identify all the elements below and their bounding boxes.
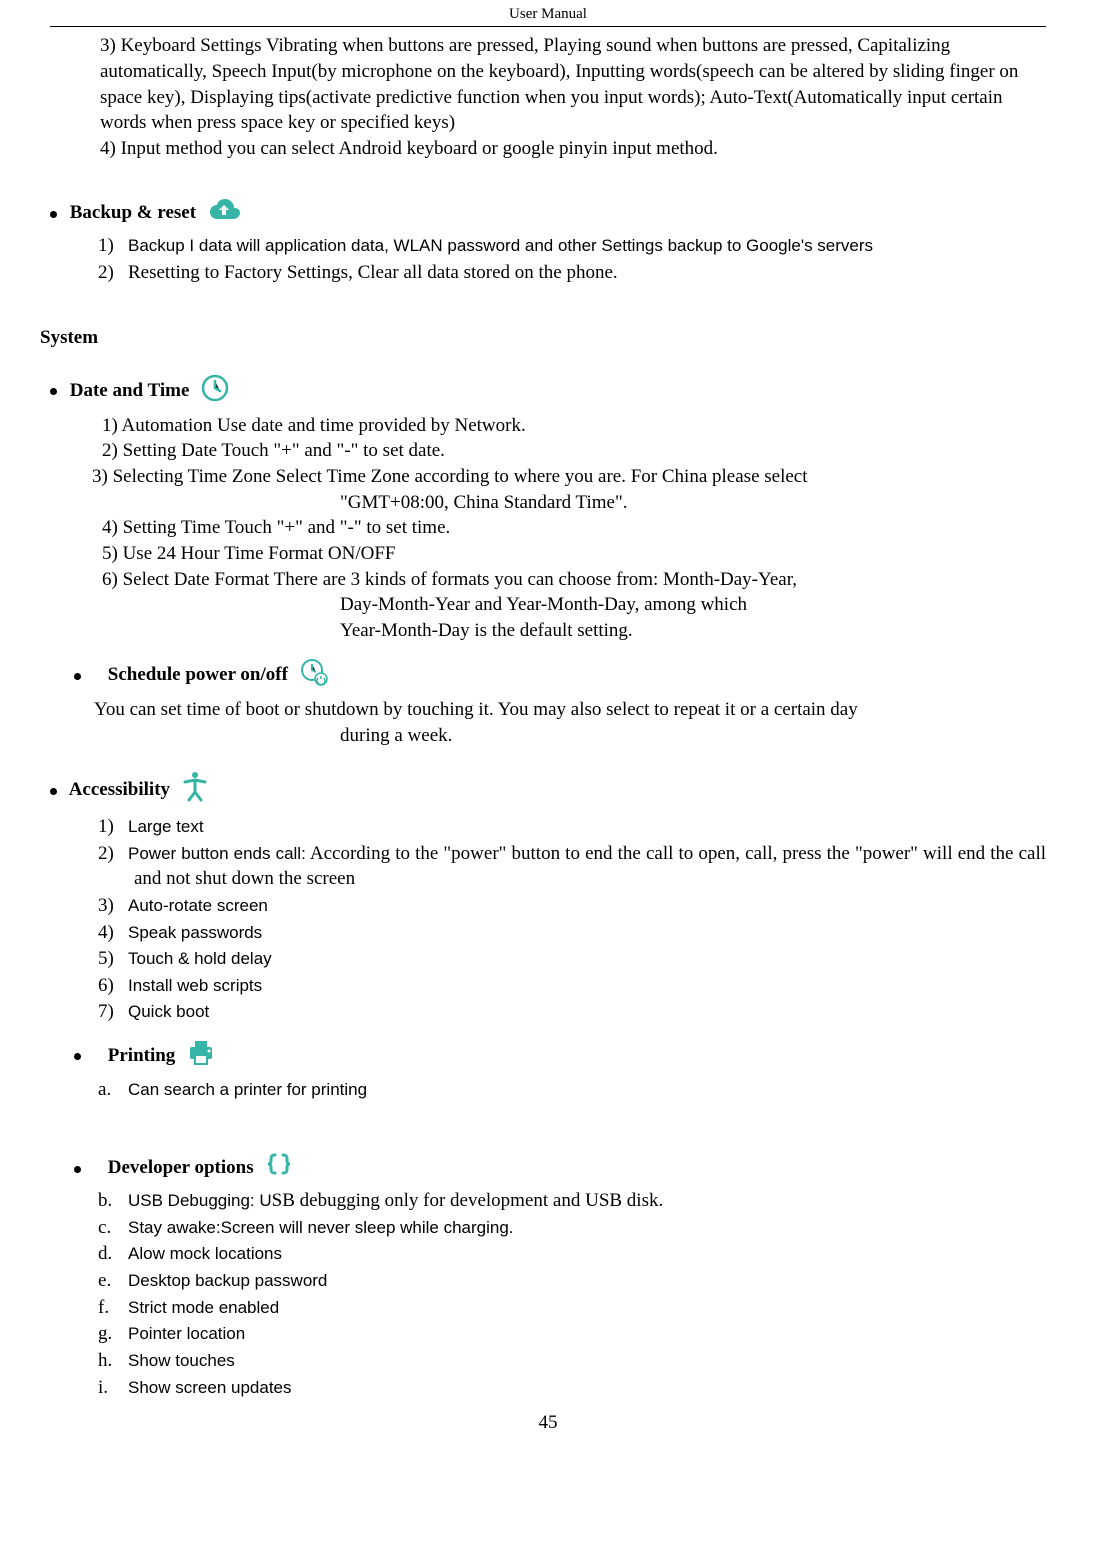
- list-item: Show screen updates: [98, 1375, 1046, 1401]
- page-header: User Manual: [50, 0, 1046, 27]
- schedule-desc-b: during a week.: [50, 723, 1046, 749]
- date-format-text-2: Day-Month-Year and Year-Month-Day, among…: [102, 592, 1046, 618]
- list-item: Alow mock locations: [98, 1241, 1046, 1267]
- cloud-upload-icon: [207, 197, 241, 231]
- braces-icon: [264, 1152, 294, 1186]
- date-format-text-3: Year-Month-Day is the default setting.: [102, 618, 1046, 644]
- time-zone-text-2: "GMT+08:00, China Standard Time".: [102, 490, 1046, 516]
- list-item: Resetting to Factory Settings, Clear all…: [98, 260, 1046, 286]
- list-item: Can search a printer for printing: [98, 1077, 1046, 1103]
- list-item: Touch & hold delay: [98, 946, 1046, 972]
- backup-reset-title: Backup & reset: [70, 203, 196, 224]
- list-item: Power button ends call: According to the…: [98, 841, 1046, 892]
- accessibility-title: Accessibility: [69, 780, 170, 801]
- accessibility-list: Large text Power button ends call: Accor…: [50, 814, 1046, 1025]
- list-item: USB Debugging: USB debugging only for de…: [98, 1188, 1046, 1214]
- power-clock-icon: [299, 657, 329, 695]
- bullet-icon: [74, 1053, 81, 1060]
- bullet-icon: [50, 211, 57, 218]
- accessibility-icon: [181, 770, 209, 812]
- date-time-body: 1) Automation Use date and time provided…: [50, 413, 1046, 644]
- date-time-title: Date and Time: [70, 380, 190, 401]
- keyboard-settings-text: 3) Keyboard Settings Vibrating when butt…: [50, 33, 1046, 136]
- list-item: Pointer location: [98, 1321, 1046, 1347]
- backup-list: Backup I data will application data, WLA…: [50, 233, 1046, 285]
- setting-date-text: 2) Setting Date Touch "+" and "-" to set…: [102, 438, 1046, 464]
- developer-options-title: Developer options: [108, 1158, 254, 1179]
- list-item: Quick boot: [98, 999, 1046, 1025]
- list-item: Backup I data will application data, WLA…: [98, 233, 1046, 259]
- list-item: Large text: [98, 814, 1046, 840]
- automation-text: 1) Automation Use date and time provided…: [102, 413, 1046, 439]
- time-format-text: 5) Use 24 Hour Time Format ON/OFF: [102, 541, 1046, 567]
- developer-list: USB Debugging: USB debugging only for de…: [50, 1188, 1046, 1400]
- list-item: Install web scripts: [98, 973, 1046, 999]
- setting-time-text: 4) Setting Time Touch "+" and "-" to set…: [102, 515, 1046, 541]
- clock-icon: [200, 373, 230, 411]
- printing-title: Printing: [108, 1045, 176, 1066]
- page-number: 45: [50, 1410, 1046, 1436]
- printing-list: Can search a printer for printing: [50, 1077, 1046, 1103]
- date-format-text-1: 6) Select Date Format There are 3 kinds …: [102, 567, 1046, 593]
- list-item: Auto-rotate screen: [98, 893, 1046, 919]
- bullet-icon: [74, 673, 81, 680]
- list-item: Stay awake:Screen will never sleep while…: [98, 1215, 1046, 1241]
- schedule-title: Schedule power on/off: [108, 665, 288, 686]
- list-item: Strict mode enabled: [98, 1295, 1046, 1321]
- bullet-icon: [74, 1166, 81, 1173]
- input-method-text: 4) Input method you can select Android k…: [50, 136, 1046, 162]
- list-item: Speak passwords: [98, 920, 1046, 946]
- bullet-icon: [50, 788, 57, 795]
- system-heading: System: [40, 325, 1046, 351]
- schedule-desc-a: You can set time of boot or shutdown by …: [50, 697, 1046, 723]
- bullet-icon: [50, 388, 57, 395]
- printer-icon: [186, 1039, 216, 1075]
- list-item: Show touches: [98, 1348, 1046, 1374]
- time-zone-text: 3) Selecting Time Zone Select Time Zone …: [92, 464, 1046, 490]
- list-item: Desktop backup password: [98, 1268, 1046, 1294]
